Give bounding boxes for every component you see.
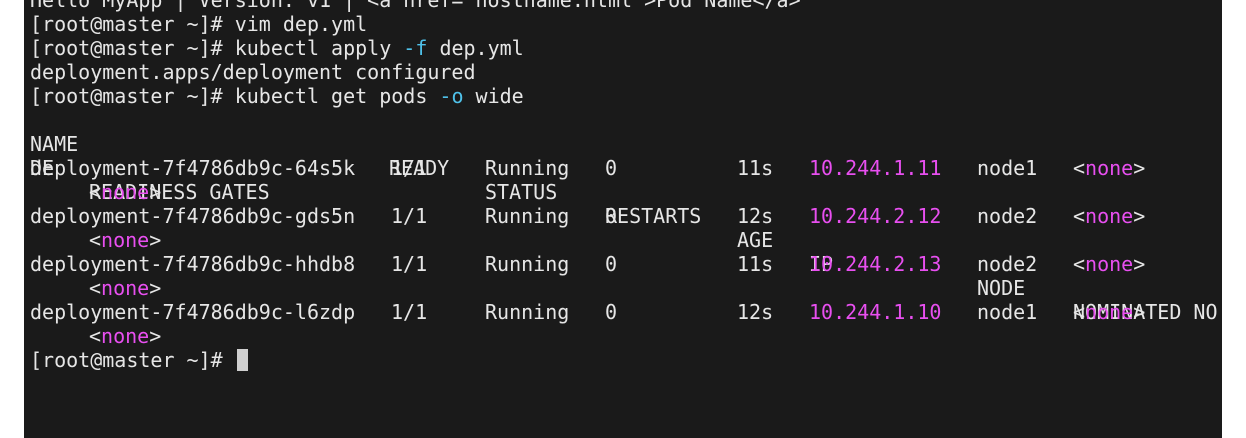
pod-nominated: <none> [1073,300,1146,324]
pod-name: deployment-7f4786db9c-64s5k [30,156,356,180]
pod-nominated: <none> [1073,252,1146,276]
pod-ip: 10.244.2.12 [809,204,942,228]
pod-ip: 10.244.2.13 [809,252,942,276]
pod-node: node2 [977,204,1038,228]
pod-age: 12s [737,300,774,324]
final-prompt-line[interactable]: [root@master ~]# [30,348,248,372]
command-line-vim: [root@master ~]# vim dep.yml [30,12,367,36]
text-cursor [236,349,248,371]
pod-restarts: 0 [605,204,618,228]
apply-output-line: deployment.apps/deployment configured [30,60,476,84]
pod-name: deployment-7f4786db9c-hhdb8 [30,252,356,276]
pod-ip: 10.244.1.10 [809,300,942,324]
pod-row: deployment-7f4786db9c-gds5n 1/1 Running 0 12… [30,204,1220,228]
header-node: NODE [977,276,1026,300]
pod-age: 11s [737,252,774,276]
pod-restarts: 0 [605,252,618,276]
header-status: STATUS [485,180,558,204]
pod-age: 11s [737,156,774,180]
pod-readiness-gates: <none> [89,228,162,252]
pod-node: node1 [977,300,1038,324]
pod-row: deployment-7f4786db9c-64s5k 1/1 Running 0 11… [30,156,1220,180]
pod-ip: 10.244.1.11 [809,156,942,180]
pod-ready: 1/1 [391,300,428,324]
pod-status: Running [485,300,570,324]
pod-ready: 1/1 [391,252,428,276]
pod-row: deployment-7f4786db9c-hhdb8 1/1 Running 0 11… [30,252,1220,276]
pod-age: 12s [737,204,774,228]
pod-restarts: 0 [605,300,618,324]
command-flag: -o [439,84,464,108]
pod-node: node2 [977,252,1038,276]
pod-nominated: <none> [1073,156,1146,180]
prompt: [root@master ~]# [30,84,223,108]
pod-status: Running [485,252,570,276]
command-line-get-pods: [root@master ~]# kubectl get pods -o wid… [30,84,524,108]
previous-output-line: Hello MyApp | Version: v1 | <a href="hos… [30,0,801,12]
table-header-row: NAME READY STATUS RESTARTS AGE IP NODE N… [30,108,1220,324]
pod-status: Running [485,204,570,228]
pod-ready: 1/1 [391,156,428,180]
table-header-row-wrapped: DE READINESS GATES [30,132,1220,204]
pod-name: deployment-7f4786db9c-gds5n [30,204,356,228]
command-text: kubectl apply [234,36,392,60]
prompt: [root@master ~]# [30,348,223,372]
pod-name: deployment-7f4786db9c-l6zdp [30,300,356,324]
window-right-margin [1222,0,1246,438]
pod-restarts: 0 [605,156,618,180]
pod-readiness-gates: <none> [89,324,162,348]
pod-nominated: <none> [1073,204,1146,228]
pod-row: deployment-7f4786db9c-l6zdp 1/1 Running 0 12… [30,300,1220,324]
command-text: kubectl get pods [234,84,428,108]
command-arg: wide [475,84,524,108]
prompt: [root@master ~]# [30,12,223,36]
command-flag: -f [403,36,428,60]
command-line-apply: [root@master ~]# kubectl apply -f dep.ym… [30,36,524,60]
pod-readiness-gates: <none> [89,276,162,300]
pod-status: Running [485,156,570,180]
prompt: [root@master ~]# [30,36,223,60]
pod-ready: 1/1 [391,204,428,228]
command-text: vim dep.yml [234,12,368,36]
pod-node: node1 [977,156,1038,180]
header-age: AGE [737,228,774,252]
command-arg: dep.yml [439,36,524,60]
pod-readiness-gates: <none> [89,180,162,204]
terminal-window[interactable]: Hello MyApp | Version: v1 | <a href="hos… [24,0,1222,438]
